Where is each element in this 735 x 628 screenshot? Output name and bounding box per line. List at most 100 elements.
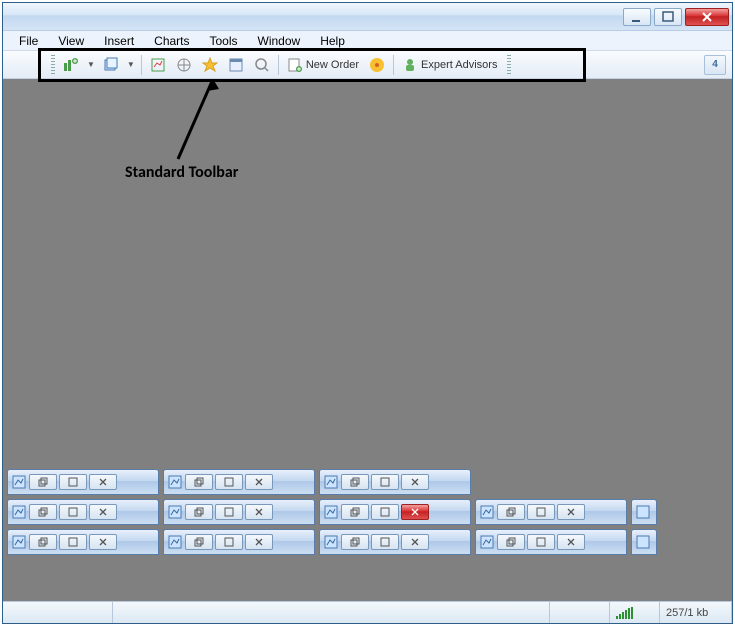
mdi-restore-button[interactable] [341,504,369,520]
dropdown-arrow-icon[interactable]: ▼ [85,60,97,69]
mdi-close-button[interactable] [401,474,429,490]
minimize-button[interactable] [623,8,651,26]
mdi-restore-button[interactable] [29,534,57,550]
data-window-button[interactable] [198,54,222,76]
toolbar-separator [393,55,394,75]
mdi-restore-button[interactable] [29,474,57,490]
new-order-button[interactable]: New Order [283,54,363,76]
chart-icon [167,474,183,490]
dropdown-arrow-icon[interactable]: ▼ [125,60,137,69]
mdi-window[interactable] [163,529,315,555]
mdi-window[interactable] [319,469,471,495]
mdi-maximize-button[interactable] [59,534,87,550]
menu-file[interactable]: File [9,32,48,50]
mdi-close-button[interactable] [245,474,273,490]
mdi-window[interactable] [7,499,159,525]
status-cell [550,602,610,623]
menu-help[interactable]: Help [310,32,355,50]
new-chart-button[interactable] [59,54,83,76]
annotation-arrow [173,79,233,163]
menu-view[interactable]: View [48,32,94,50]
terminal-button[interactable] [224,54,248,76]
toolbar-separator [278,55,279,75]
mdi-restore-button[interactable] [341,534,369,550]
chart-icon [167,504,183,520]
mdi-maximize-button[interactable] [527,504,555,520]
indicator-value: 4 [712,59,718,70]
mdi-maximize-button[interactable] [215,474,243,490]
mdi-window[interactable] [7,469,159,495]
metaquotes-button[interactable] [365,54,389,76]
mdi-window[interactable] [163,499,315,525]
status-bar: 257/1 kb [3,601,732,623]
mdi-close-button[interactable] [89,534,117,550]
profiles-button[interactable] [99,54,123,76]
mdi-window[interactable] [163,469,315,495]
mdi-close-button[interactable] [89,474,117,490]
mdi-close-button[interactable] [245,534,273,550]
toolbar-grip[interactable] [51,55,55,75]
menu-charts[interactable]: Charts [144,32,199,50]
mdi-window[interactable] [7,529,159,555]
chart-icon [323,504,339,520]
mdi-window[interactable] [319,529,471,555]
chart-icon [11,534,27,550]
annotation-label: Standard Toolbar [125,163,238,182]
mdi-close-button[interactable] [245,504,273,520]
toolbar-right-indicator[interactable]: 4 [704,55,726,75]
chart-icon [11,474,27,490]
mdi-maximize-button[interactable] [371,504,399,520]
mdi-maximize-button[interactable] [59,504,87,520]
new-order-label: New Order [306,59,359,71]
toolbar-grip[interactable] [507,55,511,75]
mdi-restore-button[interactable] [497,534,525,550]
mdi-window[interactable] [631,529,657,555]
app-window: File View Insert Charts Tools Window Hel… [2,2,733,624]
mdi-workspace: Standard Toolbar [3,79,732,601]
mdi-restore-button[interactable] [497,504,525,520]
mdi-maximize-button[interactable] [527,534,555,550]
market-watch-button[interactable] [146,54,170,76]
menu-insert[interactable]: Insert [94,32,144,50]
chart-icon [479,534,495,550]
mdi-close-button[interactable] [401,534,429,550]
mdi-restore-button[interactable] [185,504,213,520]
mdi-close-button[interactable] [401,504,429,520]
menu-bar: File View Insert Charts Tools Window Hel… [3,31,732,51]
toolbar-separator [141,55,142,75]
mdi-maximize-button[interactable] [215,504,243,520]
traffic-status: 257/1 kb [660,602,732,623]
mdi-window[interactable] [475,529,627,555]
chart-icon [635,534,651,550]
mdi-window[interactable] [475,499,627,525]
mdi-close-button[interactable] [557,534,585,550]
mdi-maximize-button[interactable] [215,534,243,550]
mdi-restore-button[interactable] [29,504,57,520]
mdi-maximize-button[interactable] [59,474,87,490]
menu-tools[interactable]: Tools [200,32,248,50]
chart-icon [479,504,495,520]
strategy-tester-button[interactable] [250,54,274,76]
mdi-restore-button[interactable] [341,474,369,490]
menu-window[interactable]: Window [248,32,311,50]
mdi-child-windows [7,469,728,559]
expert-advisors-button[interactable]: Expert Advisors [398,54,501,76]
expert-advisors-label: Expert Advisors [421,59,497,71]
maximize-button[interactable] [654,8,682,26]
mdi-close-button[interactable] [89,504,117,520]
close-button[interactable] [685,8,729,26]
window-titlebar [3,3,732,31]
navigator-button[interactable] [172,54,196,76]
chart-icon [635,504,651,520]
mdi-maximize-button[interactable] [371,534,399,550]
chart-icon [323,534,339,550]
mdi-restore-button[interactable] [185,534,213,550]
standard-toolbar: ▼ ▼ New Order [3,51,732,79]
status-cell [113,602,550,623]
mdi-maximize-button[interactable] [371,474,399,490]
mdi-close-button[interactable] [557,504,585,520]
mdi-window-active[interactable] [319,499,471,525]
mdi-restore-button[interactable] [185,474,213,490]
signal-bars-icon [616,607,633,619]
mdi-window[interactable] [631,499,657,525]
